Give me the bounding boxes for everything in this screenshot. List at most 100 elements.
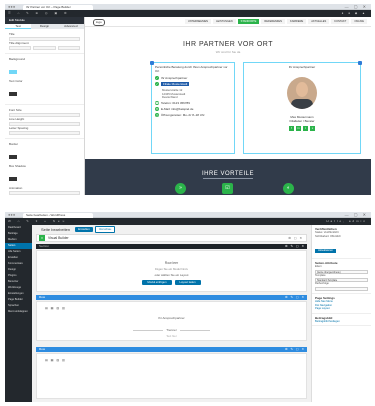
empty-title: Row leer — [164, 261, 179, 265]
field-label: Background — [9, 57, 26, 61]
align-left-option[interactable] — [9, 46, 32, 50]
empty-hint: Fügen Sie ein Modul hinzu — [154, 267, 189, 271]
builder-controls[interactable]: ⚙ ▢ ✕ — [288, 236, 303, 240]
nav-item[interactable]: REFERENZEN — [261, 19, 285, 24]
settings-link[interactable]: Page Layout — [315, 307, 368, 311]
nav-item[interactable]: LEISTUNGEN — [213, 19, 236, 24]
nav-item[interactable]: ONLINE — [351, 19, 367, 24]
section-label: Section — [39, 244, 50, 248]
panel-section: Border Box Shadow Animation — [5, 139, 84, 195]
checkbox-icon: ☑ — [222, 183, 233, 194]
field-label: Title Alignment — [9, 41, 29, 45]
contact-module[interactable]: Persönliche Beratung durch Ihren Ansprec… — [150, 61, 235, 154]
contact-intro: Persönliche Beratung durch Ihren Ansprec… — [155, 65, 228, 73]
window-dots-icon: ●●● — [8, 4, 16, 9]
module-title: Ihr Ansprechpartner — [158, 316, 185, 320]
text-color-swatch[interactable] — [9, 92, 17, 96]
nav-item[interactable]: KONTAKT — [331, 19, 350, 24]
contact-text: Telefon: 0123 456789 — [161, 100, 190, 105]
section-controls[interactable]: ⚙ ✎ ▢ ✕ — [285, 244, 305, 249]
order-input[interactable] — [315, 286, 368, 291]
nav-item[interactable]: KARRIERE — [287, 19, 307, 24]
nav-item[interactable]: AKTUELLES — [308, 19, 330, 24]
tab-advanced[interactable]: Advanced — [58, 24, 84, 29]
panel-section: Title Title Alignment — [5, 29, 84, 54]
admin-bar-icons[interactable]: W ⌂ ✎ 3 + Neu — [8, 219, 67, 223]
box-shadow-toggle[interactable] — [9, 177, 17, 181]
panel-tabs: Text Design Advanced — [5, 24, 84, 29]
order-label: Reihenfolge — [315, 282, 329, 286]
twitter-icon[interactable]: t — [303, 126, 308, 131]
mail-icon: ✉ — [155, 106, 159, 111]
module-handle-icon[interactable] — [358, 61, 362, 65]
empty-hint-2: oder wählen Sie ein Layout — [154, 273, 189, 277]
admin-bar-user[interactable]: Hallo, admin — [326, 218, 367, 225]
publish-visibility: Sichtbarkeit: Öffentlich — [315, 234, 341, 238]
preview-button[interactable]: Vorschau — [94, 225, 116, 233]
background-color-swatch[interactable] — [9, 70, 17, 74]
field-label: Box Shadow — [9, 164, 26, 168]
nav-item-active[interactable]: STANDORTE — [237, 19, 260, 24]
row-label: Row — [39, 295, 46, 299]
row-controls[interactable]: ⚙ ✎ ▢ ✕ — [285, 347, 305, 352]
person-photo — [287, 77, 317, 109]
page-subtitle: Wir sind für Sie da — [215, 50, 241, 54]
facebook-icon[interactable]: f — [289, 126, 294, 131]
site-logo[interactable]: logo — [93, 19, 105, 26]
page-settings-box: Page Settings Hide Nav Menu Dot Navigati… — [312, 294, 371, 314]
animation-select[interactable] — [9, 191, 80, 195]
nav-item[interactable]: UNTERNEHMEN — [184, 19, 212, 24]
window-controls[interactable]: — ▢ ✕ — [345, 4, 368, 9]
editor-main: Seite bearbeiten Erstellen Vorschau V Vi… — [32, 225, 311, 402]
load-layout-button[interactable]: Layout laden — [174, 280, 201, 285]
xing-icon[interactable]: x — [310, 126, 315, 131]
update-button[interactable]: Aktualisieren — [315, 249, 336, 254]
contact-text: Öffnungszeiten: Mo–Fr 8–18 Uhr — [161, 112, 205, 117]
forward-icon: » — [175, 183, 186, 194]
insert-module-button[interactable]: Modul einfügen — [142, 280, 172, 285]
toolbar-right-icons[interactable]: ● ● ◆ ▲ — [342, 10, 367, 17]
text-placeholder: Text hier — [166, 334, 177, 338]
contact-text[interactable]: E-Mail: info@beispiel.de — [161, 107, 193, 111]
row-label: Row — [39, 347, 46, 351]
empty-actions: Modul einfügen Layout laden — [37, 280, 306, 285]
builder-logo-icon: V — [39, 235, 45, 241]
wp-admin-menu: Dashboard Beiträge Medien Seiten Alle Se… — [5, 225, 32, 402]
shield-icon: ◐ — [283, 183, 294, 194]
window-controls[interactable]: — ▢ ✕ — [345, 212, 368, 217]
module-handle-icon[interactable] — [150, 61, 154, 65]
align-right-option[interactable] — [57, 46, 80, 50]
wp-admin-bar: W ⌂ ✎ 3 + Neu Hallo, admin — [5, 218, 371, 225]
module-toolbar-icons[interactable]: ▤ ▦ ▧ ▨ — [45, 306, 66, 310]
tab-design[interactable]: Design — [31, 24, 57, 29]
vorteile-divider — [203, 178, 253, 179]
module-block[interactable]: ▤ ▦ ▧ ▨ Ihr Ansprechpartner Trenner Text… — [36, 301, 307, 341]
field-label: Title — [9, 32, 15, 36]
linkedin-icon[interactable]: in — [296, 126, 301, 131]
check-icon: ✓ — [155, 76, 159, 80]
field-label: Text Color — [9, 79, 23, 83]
module-block[interactable]: ▤ ▦ ▧ ▨ — [36, 353, 307, 399]
address-block: Musterstraße 12 12345 Musterstadt Deutsc… — [152, 87, 234, 100]
menu-item[interactable]: Menü einklappen — [5, 309, 32, 315]
phone-icon: ☎ — [155, 100, 159, 105]
page-title: IHR PARTNER VOR ORT — [182, 41, 273, 48]
set-featured-image-link[interactable]: Beitragsbild festlegen — [315, 320, 368, 324]
create-button[interactable]: Erstellen — [75, 226, 93, 232]
alignment-options — [9, 46, 80, 50]
letter-spacing-input[interactable] — [9, 131, 80, 135]
person-role: Filialleiter / Berater — [289, 119, 315, 123]
align-center-option[interactable] — [33, 46, 56, 50]
tab-text[interactable]: Text — [5, 24, 32, 29]
row-bar[interactable]: Row ⚙ ✎ ▢ ✕ — [36, 347, 307, 352]
row-controls[interactable]: ⚙ ✎ ▢ ✕ — [285, 295, 305, 300]
selected-text[interactable]: Filiale Musterstadt — [161, 82, 190, 86]
section-bar[interactable]: Section ⚙ ✎ ▢ ✕ — [36, 244, 307, 249]
editor-sidebar: Veröffentlichen Status: Veröffentlicht S… — [311, 225, 371, 402]
row-bar[interactable]: Row ⚙ ✎ ▢ ✕ — [36, 295, 307, 300]
featured-image-box: Beitragsbild Beitragsbild festlegen — [312, 314, 371, 327]
border-toggle[interactable] — [9, 155, 17, 159]
person-module[interactable]: Ihr Ansprechpartner Max Mustermann Filia… — [243, 61, 362, 154]
module-toolbar-icons[interactable]: ▤ ▦ ▧ ▨ — [45, 358, 66, 362]
toolbar-icons[interactable]: ☰ ⌂ ✎ ⊕ ◎ ▣ ⚙ — [8, 11, 70, 15]
